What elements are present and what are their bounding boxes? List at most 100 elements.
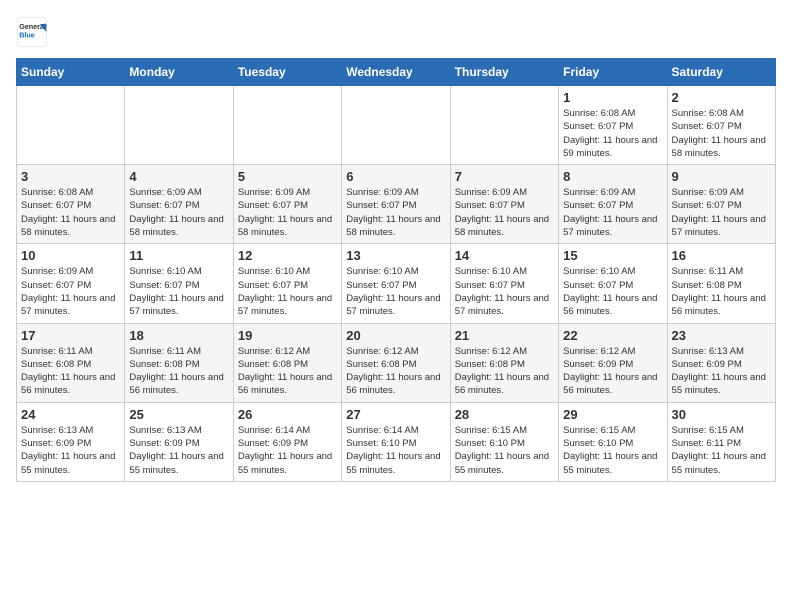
day-info: Sunrise: 6:08 AM Sunset: 6:07 PM Dayligh… bbox=[563, 107, 662, 160]
calendar-day-cell: 13 Sunrise: 6:10 AM Sunset: 6:07 PM Dayli… bbox=[342, 244, 450, 323]
calendar-week-row: 1 Sunrise: 6:08 AM Sunset: 6:07 PM Daylig… bbox=[17, 86, 776, 165]
calendar-week-row: 10 Sunrise: 6:09 AM Sunset: 6:07 PM Dayli… bbox=[17, 244, 776, 323]
calendar-day-cell: 22 Sunrise: 6:12 AM Sunset: 6:09 PM Dayli… bbox=[559, 323, 667, 402]
calendar-day-cell bbox=[233, 86, 341, 165]
calendar-day-cell: 5 Sunrise: 6:09 AM Sunset: 6:07 PM Daylig… bbox=[233, 165, 341, 244]
day-number: 2 bbox=[672, 90, 771, 105]
weekday-header: Saturday bbox=[667, 59, 775, 86]
calendar-day-cell bbox=[125, 86, 233, 165]
day-info: Sunrise: 6:12 AM Sunset: 6:08 PM Dayligh… bbox=[238, 345, 337, 398]
calendar-day-cell: 27 Sunrise: 6:14 AM Sunset: 6:10 PM Dayli… bbox=[342, 402, 450, 481]
weekday-header: Monday bbox=[125, 59, 233, 86]
day-number: 6 bbox=[346, 169, 445, 184]
calendar-day-cell: 23Sunrise: 6:13 AM Sunset: 6:09 PM Dayli… bbox=[667, 323, 775, 402]
weekday-header: Friday bbox=[559, 59, 667, 86]
day-number: 24 bbox=[21, 407, 120, 422]
calendar-week-row: 17Sunrise: 6:11 AM Sunset: 6:08 PM Dayli… bbox=[17, 323, 776, 402]
day-number: 8 bbox=[563, 169, 662, 184]
calendar-day-cell: 7Sunrise: 6:09 AM Sunset: 6:07 PM Daylig… bbox=[450, 165, 558, 244]
day-number: 18 bbox=[129, 328, 228, 343]
calendar: SundayMondayTuesdayWednesdayThursdayFrid… bbox=[16, 58, 776, 482]
day-info: Sunrise: 6:12 AM Sunset: 6:08 PM Dayligh… bbox=[455, 345, 554, 398]
day-number: 3 bbox=[21, 169, 120, 184]
day-info: Sunrise: 6:10 AM Sunset: 6:07 PM Dayligh… bbox=[129, 265, 228, 318]
day-number: 15 bbox=[563, 248, 662, 263]
day-number: 4 bbox=[129, 169, 228, 184]
calendar-day-cell bbox=[450, 86, 558, 165]
day-number: 28 bbox=[455, 407, 554, 422]
calendar-day-cell: 28 Sunrise: 6:15 AM Sunset: 6:10 PM Dayli… bbox=[450, 402, 558, 481]
day-info: Sunrise: 6:13 AM Sunset: 6:09 PM Dayligh… bbox=[129, 424, 228, 477]
logo-icon: General Blue bbox=[16, 16, 48, 48]
day-info: Sunrise: 6:08 AM Sunset: 6:07 PM Dayligh… bbox=[21, 186, 120, 239]
calendar-day-cell: 24 Sunrise: 6:13 AM Sunset: 6:09 PM Dayli… bbox=[17, 402, 125, 481]
calendar-day-cell: 11 Sunrise: 6:10 AM Sunset: 6:07 PM Dayli… bbox=[125, 244, 233, 323]
day-info: Sunrise: 6:14 AM Sunset: 6:09 PM Dayligh… bbox=[238, 424, 337, 477]
calendar-day-cell: 14 Sunrise: 6:10 AM Sunset: 6:07 PM Dayli… bbox=[450, 244, 558, 323]
day-number: 5 bbox=[238, 169, 337, 184]
weekday-header: Sunday bbox=[17, 59, 125, 86]
calendar-day-cell: 10 Sunrise: 6:09 AM Sunset: 6:07 PM Dayli… bbox=[17, 244, 125, 323]
day-number: 14 bbox=[455, 248, 554, 263]
day-info: Sunrise: 6:11 AM Sunset: 6:08 PM Dayligh… bbox=[21, 345, 120, 398]
day-info: Sunrise: 6:09 AM Sunset: 6:07 PM Dayligh… bbox=[238, 186, 337, 239]
day-info: Sunrise: 6:10 AM Sunset: 6:07 PM Dayligh… bbox=[346, 265, 445, 318]
day-info: Sunrise: 6:09 AM Sunset: 6:07 PM Dayligh… bbox=[346, 186, 445, 239]
calendar-day-cell bbox=[17, 86, 125, 165]
calendar-day-cell: 9 Sunrise: 6:09 AM Sunset: 6:07 PM Daylig… bbox=[667, 165, 775, 244]
day-info: Sunrise: 6:14 AM Sunset: 6:10 PM Dayligh… bbox=[346, 424, 445, 477]
calendar-day-cell: 16 Sunrise: 6:11 AM Sunset: 6:08 PM Dayli… bbox=[667, 244, 775, 323]
day-info: Sunrise: 6:15 AM Sunset: 6:10 PM Dayligh… bbox=[563, 424, 662, 477]
day-number: 20 bbox=[346, 328, 445, 343]
weekday-header: Tuesday bbox=[233, 59, 341, 86]
day-number: 29 bbox=[563, 407, 662, 422]
logo: General Blue bbox=[16, 16, 48, 48]
svg-text:Blue: Blue bbox=[19, 31, 35, 40]
calendar-day-cell: 30 Sunrise: 6:15 AM Sunset: 6:11 PM Dayli… bbox=[667, 402, 775, 481]
day-number: 10 bbox=[21, 248, 120, 263]
day-info: Sunrise: 6:11 AM Sunset: 6:08 PM Dayligh… bbox=[672, 265, 771, 318]
day-info: Sunrise: 6:15 AM Sunset: 6:11 PM Dayligh… bbox=[672, 424, 771, 477]
day-number: 21 bbox=[455, 328, 554, 343]
day-info: Sunrise: 6:12 AM Sunset: 6:09 PM Dayligh… bbox=[563, 345, 662, 398]
day-info: Sunrise: 6:08 AM Sunset: 6:07 PM Dayligh… bbox=[672, 107, 771, 160]
day-number: 9 bbox=[672, 169, 771, 184]
day-number: 13 bbox=[346, 248, 445, 263]
day-info: Sunrise: 6:10 AM Sunset: 6:07 PM Dayligh… bbox=[455, 265, 554, 318]
calendar-week-row: 24 Sunrise: 6:13 AM Sunset: 6:09 PM Dayli… bbox=[17, 402, 776, 481]
weekday-header: Wednesday bbox=[342, 59, 450, 86]
day-info: Sunrise: 6:10 AM Sunset: 6:07 PM Dayligh… bbox=[563, 265, 662, 318]
calendar-day-cell: 3 Sunrise: 6:08 AM Sunset: 6:07 PM Daylig… bbox=[17, 165, 125, 244]
day-number: 19 bbox=[238, 328, 337, 343]
calendar-day-cell: 20 Sunrise: 6:12 AM Sunset: 6:08 PM Dayli… bbox=[342, 323, 450, 402]
day-number: 26 bbox=[238, 407, 337, 422]
day-number: 25 bbox=[129, 407, 228, 422]
day-number: 11 bbox=[129, 248, 228, 263]
day-info: Sunrise: 6:09 AM Sunset: 6:07 PM Dayligh… bbox=[21, 265, 120, 318]
day-number: 30 bbox=[672, 407, 771, 422]
calendar-day-cell: 19 Sunrise: 6:12 AM Sunset: 6:08 PM Dayli… bbox=[233, 323, 341, 402]
calendar-day-cell: 2 Sunrise: 6:08 AM Sunset: 6:07 PM Daylig… bbox=[667, 86, 775, 165]
day-number: 22 bbox=[563, 328, 662, 343]
calendar-day-cell: 26 Sunrise: 6:14 AM Sunset: 6:09 PM Dayli… bbox=[233, 402, 341, 481]
day-info: Sunrise: 6:12 AM Sunset: 6:08 PM Dayligh… bbox=[346, 345, 445, 398]
calendar-day-cell: 25 Sunrise: 6:13 AM Sunset: 6:09 PM Dayli… bbox=[125, 402, 233, 481]
day-info: Sunrise: 6:09 AM Sunset: 6:07 PM Dayligh… bbox=[455, 186, 554, 239]
day-number: 1 bbox=[563, 90, 662, 105]
calendar-day-cell: 1 Sunrise: 6:08 AM Sunset: 6:07 PM Daylig… bbox=[559, 86, 667, 165]
day-number: 27 bbox=[346, 407, 445, 422]
day-number: 16 bbox=[672, 248, 771, 263]
day-number: 12 bbox=[238, 248, 337, 263]
day-info: Sunrise: 6:13 AM Sunset: 6:09 PM Dayligh… bbox=[21, 424, 120, 477]
calendar-day-cell: 4 Sunrise: 6:09 AM Sunset: 6:07 PM Daylig… bbox=[125, 165, 233, 244]
calendar-day-cell: 21 Sunrise: 6:12 AM Sunset: 6:08 PM Dayli… bbox=[450, 323, 558, 402]
day-info: Sunrise: 6:09 AM Sunset: 6:07 PM Dayligh… bbox=[563, 186, 662, 239]
day-info: Sunrise: 6:13 AM Sunset: 6:09 PM Dayligh… bbox=[672, 345, 771, 398]
calendar-day-cell: 15 Sunrise: 6:10 AM Sunset: 6:07 PM Dayli… bbox=[559, 244, 667, 323]
calendar-week-row: 3 Sunrise: 6:08 AM Sunset: 6:07 PM Daylig… bbox=[17, 165, 776, 244]
day-info: Sunrise: 6:09 AM Sunset: 6:07 PM Dayligh… bbox=[129, 186, 228, 239]
day-info: Sunrise: 6:09 AM Sunset: 6:07 PM Dayligh… bbox=[672, 186, 771, 239]
calendar-day-cell: 29 Sunrise: 6:15 AM Sunset: 6:10 PM Dayli… bbox=[559, 402, 667, 481]
day-info: Sunrise: 6:11 AM Sunset: 6:08 PM Dayligh… bbox=[129, 345, 228, 398]
day-info: Sunrise: 6:15 AM Sunset: 6:10 PM Dayligh… bbox=[455, 424, 554, 477]
